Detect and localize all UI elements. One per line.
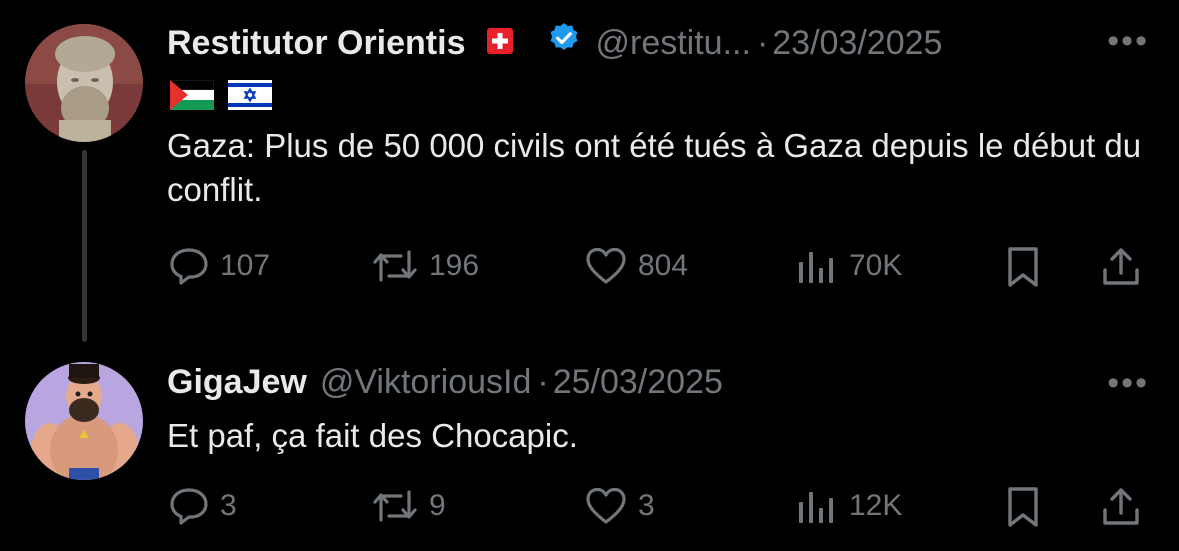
bookmark-button[interactable]	[1003, 246, 1043, 288]
more-options-icon[interactable]: •••	[1107, 22, 1149, 61]
handle[interactable]: @restitu...	[595, 23, 750, 63]
share-icon	[1100, 246, 1142, 288]
reply-icon	[168, 246, 210, 286]
view-count: 12K	[849, 489, 903, 522]
reply-button[interactable]: 107	[168, 246, 270, 286]
avatar[interactable]	[25, 362, 143, 480]
analytics-icon	[795, 246, 839, 286]
timestamp[interactable]: 23/03/2025	[772, 23, 942, 63]
repost-icon	[371, 486, 419, 526]
repost-count: 196	[429, 249, 480, 282]
repost-button[interactable]: 196	[371, 246, 479, 286]
repost-count: 9	[429, 489, 446, 522]
like-button[interactable]: 3	[584, 486, 655, 526]
handle[interactable]: @ViktoriousId	[320, 362, 532, 402]
share-button[interactable]	[1100, 486, 1142, 528]
heart-icon	[584, 486, 628, 526]
reply-icon	[168, 486, 210, 526]
repost-button[interactable]: 9	[371, 486, 446, 526]
palestine-flag-icon	[169, 79, 215, 115]
share-icon	[1100, 486, 1142, 528]
israel-flag-icon	[228, 80, 272, 115]
view-count: 70K	[849, 249, 903, 282]
tweet-text: Et paf, ça fait des Chocapic.	[167, 417, 578, 454]
reply-count: 3	[220, 489, 237, 522]
verified-badge-icon	[547, 21, 581, 64]
bookmark-button[interactable]	[1003, 486, 1043, 528]
reply-button[interactable]: 3	[168, 486, 237, 526]
share-button[interactable]	[1100, 246, 1142, 288]
tweet-header: Restitutor Orientis @restitu... · 23/03/…	[167, 21, 942, 64]
timestamp[interactable]: 25/03/2025	[553, 362, 723, 402]
swiss-flag-icon	[487, 23, 514, 63]
reply-count: 107	[220, 249, 271, 282]
bookmark-icon	[1003, 246, 1043, 288]
thread-line	[82, 150, 87, 342]
like-count: 804	[638, 249, 689, 282]
heart-icon	[584, 246, 628, 286]
tweet-text: Gaza: Plus de 50 000 civils ont été tués…	[167, 127, 1142, 208]
views-button[interactable]: 12K	[795, 486, 902, 526]
views-button[interactable]: 70K	[795, 246, 902, 286]
flag-badges	[169, 79, 272, 115]
display-name[interactable]: GigaJew	[167, 362, 307, 402]
more-options-icon[interactable]: •••	[1107, 364, 1149, 403]
separator: ·	[756, 23, 769, 62]
avatar[interactable]	[25, 24, 143, 142]
repost-icon	[371, 246, 419, 286]
separator: ·	[537, 363, 549, 401]
display-name[interactable]: Restitutor Orientis	[167, 23, 465, 63]
bookmark-icon	[1003, 486, 1043, 528]
like-button[interactable]: 804	[584, 246, 688, 286]
analytics-icon	[795, 486, 839, 526]
like-count: 3	[638, 489, 655, 522]
tweet-header: GigaJew @ViktoriousId · 25/03/2025	[167, 362, 723, 402]
